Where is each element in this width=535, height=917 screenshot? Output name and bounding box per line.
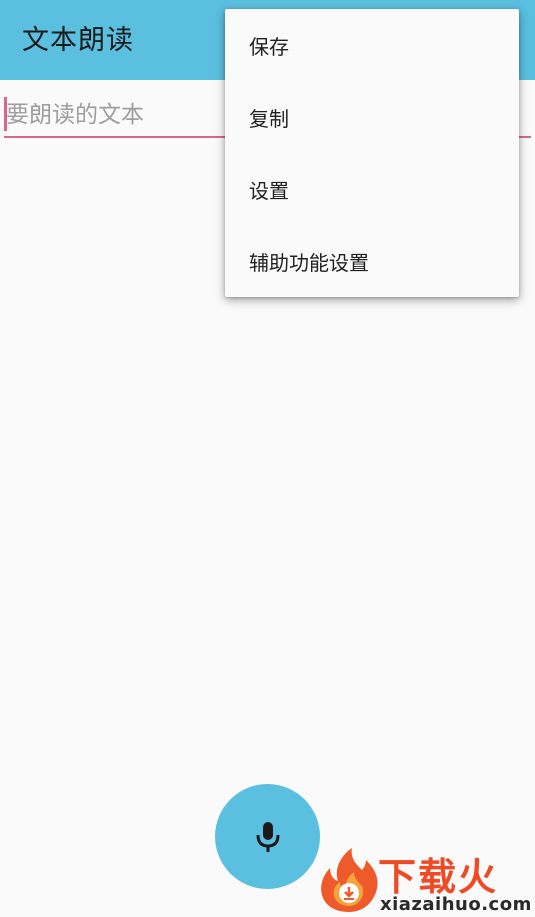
watermark-title: 下载火: [378, 855, 499, 899]
overflow-menu: 保存 复制 设置 辅助功能设置: [225, 9, 519, 297]
watermark-logo: 下载火 xiazaihuo.com: [316, 846, 535, 917]
menu-item-settings[interactable]: 设置: [225, 153, 519, 225]
flame-logo-icon: [321, 848, 378, 912]
menu-item-accessibility-settings[interactable]: 辅助功能设置: [225, 225, 519, 297]
text-cursor: [4, 97, 7, 131]
menu-item-save[interactable]: 保存: [225, 9, 519, 81]
app-screen: 文本朗读 保存 复制 设置 辅助功能设置 下载火 xiazaihuo.com: [0, 0, 535, 917]
watermark-url: xiazaihuo.com: [380, 894, 532, 915]
speak-fab-button[interactable]: [215, 784, 320, 889]
app-title: 文本朗读: [22, 25, 134, 56]
microphone-icon: [256, 821, 279, 852]
menu-item-copy[interactable]: 复制: [225, 81, 519, 153]
